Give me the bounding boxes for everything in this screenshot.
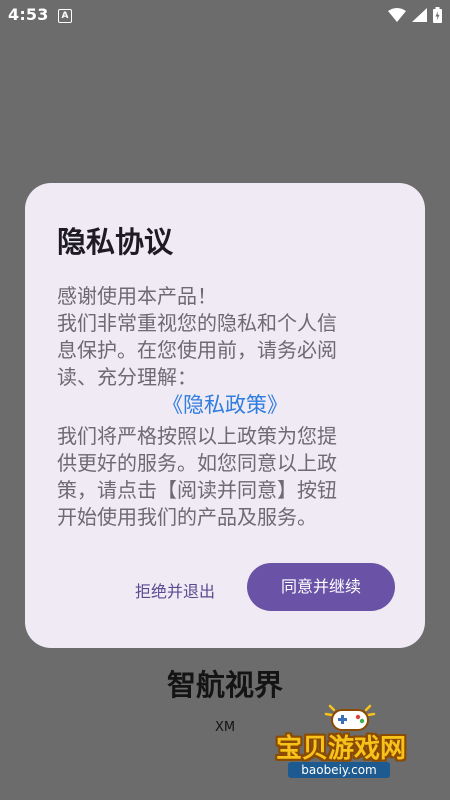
wifi-icon	[388, 8, 406, 22]
intro-line: 我们非常重视您的隐私和个人信	[57, 311, 337, 335]
watermark: 宝贝游戏网 baobeiy.com	[270, 700, 430, 780]
agree-and-continue-button[interactable]: 同意并继续	[247, 563, 395, 611]
detail-line: 开始使用我们的产品及服务。	[57, 505, 317, 529]
privacy-policy-link[interactable]: 《隐私政策》	[25, 389, 425, 419]
detail-line: 策，请点击【阅读并同意】按钮	[57, 478, 337, 502]
intro-line: 息保护。在您使用前，请务必阅	[57, 338, 337, 362]
intro-line: 读、充分理解：	[57, 365, 197, 389]
detail-line: 我们将严格按照以上政策为您提	[57, 424, 337, 448]
app-name: 智航视界	[166, 668, 283, 702]
watermark-url: baobeiy.com	[288, 762, 390, 778]
decline-and-exit-button[interactable]: 拒绝并退出	[131, 576, 219, 604]
battery-icon	[433, 7, 442, 23]
dialog-title: 隐私协议	[57, 225, 174, 259]
privacy-dialog: 隐私协议 感谢使用本产品！ 我们非常重视您的隐私和个人信 息保护。在您使用前，请…	[25, 183, 425, 648]
notification-a-icon: A	[58, 9, 72, 23]
signal-icon	[412, 8, 427, 22]
watermark-brand: 宝贝游戏网	[276, 734, 407, 764]
intro-line: 感谢使用本产品！	[57, 284, 217, 308]
intro-text: 感谢使用本产品！ 我们非常重视您的隐私和个人信 息保护。在您使用前，请务必阅 读…	[57, 283, 407, 391]
detail-text: 我们将严格按照以上政策为您提 供更好的服务。如您同意以上政 策，请点击【阅读并同…	[57, 423, 407, 531]
detail-line: 供更好的服务。如您同意以上政	[57, 451, 337, 475]
status-bar: 4:53 A	[0, 0, 450, 32]
status-time: 4:53	[8, 5, 49, 24]
status-icons	[388, 6, 442, 24]
